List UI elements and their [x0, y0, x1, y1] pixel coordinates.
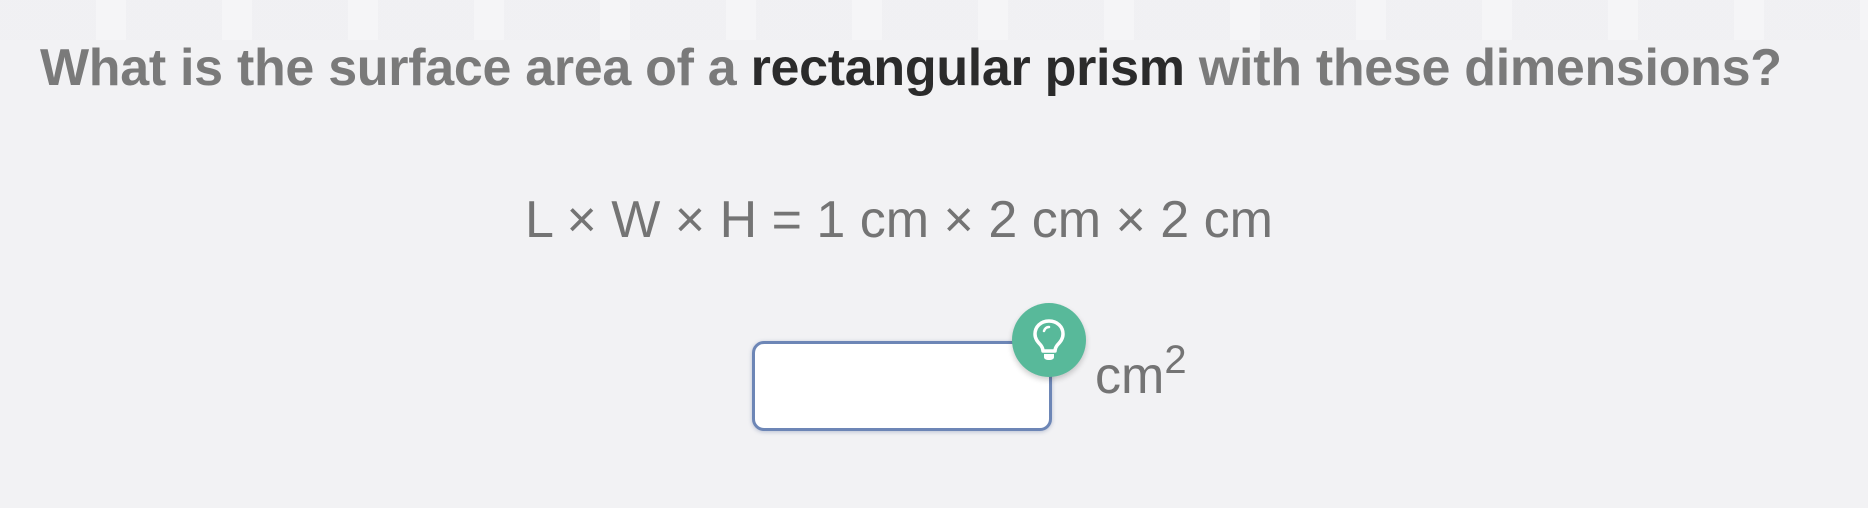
question-emphasis: rectangular prism [750, 39, 1185, 97]
lightbulb-icon [1033, 319, 1065, 360]
question-suffix: with these dimensions? [1184, 39, 1782, 97]
hint-button[interactable] [1012, 303, 1086, 377]
question-text: What is the surface area of a rectangula… [40, 38, 1782, 98]
question-prefix: What is the surface area of a [40, 39, 751, 97]
answer-input[interactable] [752, 341, 1052, 431]
background-decoration [0, 0, 1868, 40]
dimensions-formula: L × W × H = 1 cm × 2 cm × 2 cm [525, 191, 1273, 249]
unit-exponent: 2 [1164, 338, 1187, 382]
unit-base: cm [1095, 347, 1165, 405]
unit-label: cm2 [1095, 340, 1187, 406]
